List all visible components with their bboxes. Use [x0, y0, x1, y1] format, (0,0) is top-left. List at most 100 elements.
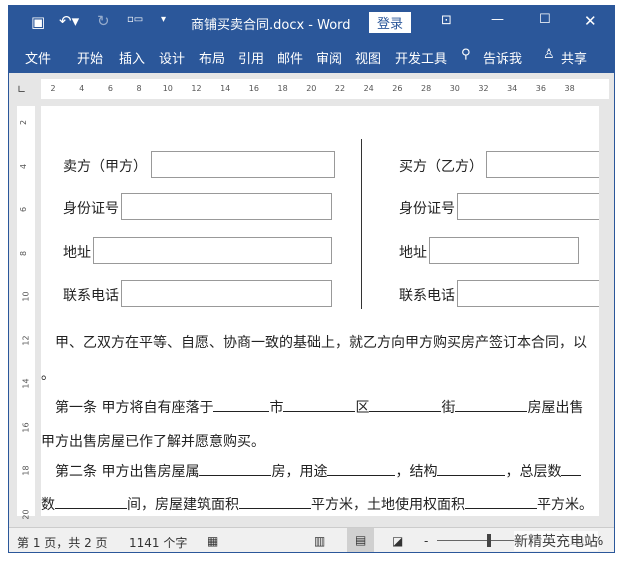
form-field[interactable] — [457, 280, 599, 307]
zoom-out-button[interactable]: - — [424, 534, 428, 548]
form-field[interactable] — [121, 280, 332, 307]
blank[interactable] — [199, 461, 272, 476]
form-label: 身份证号 — [63, 201, 119, 217]
minimize-icon[interactable]: — — [491, 12, 504, 27]
ruler-tick: 8 — [136, 84, 142, 93]
maximize-icon[interactable]: ☐ — [539, 12, 551, 27]
ruler-tick: 34 — [507, 84, 518, 93]
watermark: 新精英充电站 — [514, 531, 598, 551]
word-count[interactable]: 1141 个字 — [129, 534, 187, 551]
user-icon[interactable]: ♙ — [543, 47, 555, 62]
tell-me[interactable]: 告诉我 — [483, 48, 522, 67]
form-field[interactable] — [93, 237, 332, 264]
tab-insert[interactable]: 插入 — [119, 48, 145, 67]
read-mode-icon[interactable]: ▥ — [314, 534, 325, 548]
text: 间，房屋建筑面积 — [127, 497, 239, 513]
blank[interactable] — [283, 397, 356, 412]
ruler-tick: 12 — [191, 84, 202, 93]
form-label: 买方（乙方） — [399, 159, 483, 175]
print-layout-icon[interactable]: ▤ — [347, 528, 375, 552]
form-field[interactable] — [486, 151, 599, 178]
web-layout-icon[interactable]: ◪ — [392, 534, 403, 548]
login-button[interactable]: 登录 — [369, 12, 412, 33]
ruler-tick: 14 — [220, 84, 231, 93]
ribbon-tabs: 文件 开始 插入 设计 布局 引用 邮件 审阅 视图 开发工具 ⚲ 告诉我 ♙ … — [9, 39, 614, 73]
form-label: 卖方（甲方） — [63, 159, 147, 175]
ruler-tick: 8 — [19, 250, 29, 256]
text: 第二条 甲方出售房屋属 — [55, 464, 200, 480]
touch-mode-icon[interactable]: ▫▭ — [127, 14, 143, 25]
title-bar: ▣ ↶▾ ↻ ▫▭ ▾ 商铺买卖合同.docx - Word 登录 ⊡ — ☐ … — [9, 6, 614, 39]
share-button[interactable]: 共享 — [561, 48, 587, 67]
close-icon[interactable]: ✕ — [584, 12, 597, 30]
blank[interactable] — [455, 397, 528, 412]
word-window: ▣ ↶▾ ↻ ▫▭ ▾ 商铺买卖合同.docx - Word 登录 ⊡ — ☐ … — [8, 5, 615, 553]
ruler-tick: 6 — [107, 84, 113, 93]
redo-icon[interactable]: ↻ — [97, 12, 110, 30]
tab-view[interactable]: 视图 — [355, 48, 381, 67]
article-1: 第一条 甲方将自有座落于 市 区 街 房屋出售 — [55, 397, 583, 417]
paragraph: 甲方出售房屋已作了解并愿意购买。 — [41, 434, 265, 450]
vertical-ruler[interactable]: 2 4 6 8 10 12 14 16 18 20 — [17, 106, 35, 520]
ruler-tick: 16 — [248, 84, 259, 93]
blank[interactable] — [437, 461, 506, 476]
blank[interactable] — [561, 461, 582, 476]
ruler-tick: 18 — [277, 84, 288, 93]
form-field[interactable] — [151, 151, 335, 178]
ruler-tick: 28 — [421, 84, 432, 93]
horizontal-ruler[interactable]: 2 4 6 8 10 12 14 16 18 20 22 24 26 28 30 32 34 36 38 — [41, 79, 609, 99]
article-2: 第二条 甲方出售房屋属 房，用途 ，结构 ，总层数 — [55, 461, 582, 481]
tab-layout[interactable]: 布局 — [199, 48, 225, 67]
ruler-tick: 20 — [306, 84, 317, 93]
ruler-tick: 32 — [478, 84, 489, 93]
form-field[interactable] — [457, 193, 599, 220]
blank[interactable] — [213, 397, 270, 412]
zoom-slider-thumb[interactable] — [487, 534, 491, 547]
ruler-tick: 10 — [21, 291, 31, 302]
ruler-tick: 18 — [21, 465, 31, 476]
blank[interactable] — [239, 494, 311, 509]
ribbon-display-icon[interactable]: ⊡ — [441, 13, 452, 28]
tab-developer[interactable]: 开发工具 — [395, 48, 447, 67]
ruler-tick: 22 — [334, 84, 346, 93]
form-field[interactable] — [121, 193, 332, 220]
ruler-tick: 12 — [21, 334, 31, 346]
text: 第一条 甲方将自有座落于 — [55, 400, 214, 416]
text: 区 — [355, 400, 370, 416]
ruler-tick: 30 — [449, 84, 460, 93]
zoom-slider[interactable] — [437, 540, 522, 541]
ruler-tick: 14 — [21, 378, 31, 389]
tab-stop-selector[interactable]: ∟ — [17, 83, 26, 96]
text: 平方米。 — [537, 497, 593, 513]
proofing-icon[interactable]: ▦ — [207, 534, 218, 548]
tab-references[interactable]: 引用 — [238, 48, 264, 67]
tab-file[interactable]: 文件 — [25, 48, 51, 67]
ruler-tick: 38 — [564, 84, 575, 93]
ruler-tick: 24 — [363, 84, 374, 93]
document-page[interactable]: 卖方（甲方） 身份证号 地址 联系电话 买方（乙方） 身份证号 地址 联系电话 甲、乙双方在平… — [41, 106, 599, 516]
search-icon[interactable]: ⚲ — [461, 47, 471, 62]
tab-design[interactable]: 设计 — [159, 48, 185, 67]
blank[interactable] — [55, 494, 127, 509]
customize-icon[interactable]: ▾ — [161, 14, 166, 25]
form-field[interactable] — [429, 237, 579, 264]
tab-mailings[interactable]: 邮件 — [277, 48, 303, 67]
form-label: 地址 — [399, 245, 427, 261]
blank[interactable] — [465, 494, 537, 509]
window-title: 商铺买卖合同.docx - Word — [191, 18, 351, 33]
text: 市 — [269, 400, 284, 416]
page-count[interactable]: 第 1 页，共 2 页 — [17, 534, 108, 551]
ruler-tick: 6 — [19, 206, 29, 213]
paragraph: 。 — [41, 367, 55, 383]
form-label: 联系电话 — [399, 288, 455, 304]
undo-icon[interactable]: ↶▾ — [59, 12, 79, 30]
text: 平方米，土地使用权面积 — [311, 497, 465, 513]
ruler-tick: 20 — [21, 508, 31, 520]
paragraph: 甲、乙双方在平等、自愿、协商一致的基础上，就乙方向甲方购买房产签订本合同，以 — [55, 335, 587, 351]
tab-review[interactable]: 审阅 — [316, 48, 342, 67]
form-label: 身份证号 — [399, 201, 455, 217]
blank[interactable] — [327, 461, 396, 476]
save-icon[interactable]: ▣ — [31, 13, 45, 31]
blank[interactable] — [369, 397, 442, 412]
tab-home[interactable]: 开始 — [77, 48, 103, 67]
